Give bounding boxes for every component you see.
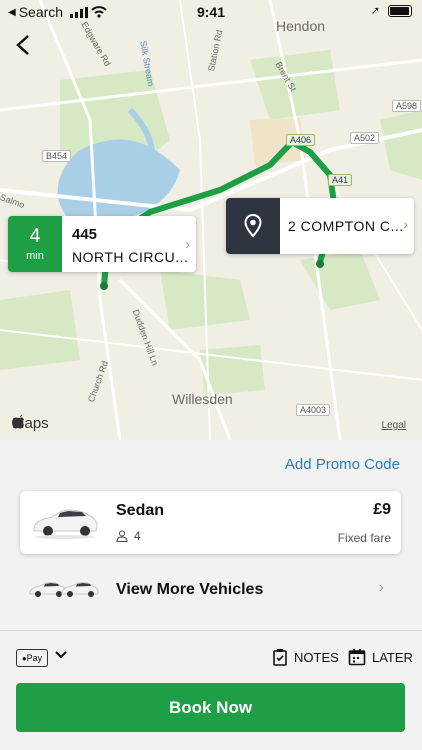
road-tag-a41: A41 [328, 174, 353, 186]
chevron-down-icon[interactable] [54, 648, 68, 662]
location-arrow-icon: ➚ [370, 5, 380, 17]
view-more-vehicles-button[interactable]: View More Vehicles › [0, 565, 422, 611]
vehicle-option-sedan[interactable]: Sedan 4 £9 Fixed fare [20, 491, 401, 554]
chevron-left-icon [16, 35, 29, 55]
eta-number: 4 [29, 225, 41, 247]
calendar-icon [348, 649, 366, 666]
map-label-willesden: Willesden [172, 391, 233, 407]
destination-label: 2 COMPTON C... [288, 218, 404, 234]
vehicle-seats: 4 [116, 529, 141, 543]
booking-panel: Add Promo Code Sedan 4 £9 Fixed fare Vie… [0, 440, 422, 750]
maps-logo: Maps [12, 415, 49, 432]
later-label: LATER [372, 649, 413, 665]
notes-label: NOTES [294, 649, 339, 665]
status-bar: ◀ Search 9:41 ➚ [0, 0, 422, 24]
notes-button[interactable]: NOTES [272, 648, 339, 666]
chevron-right-icon: › [185, 236, 190, 252]
road-tag-a502: A502 [350, 132, 380, 144]
road-tag-a406: A406 [286, 134, 316, 146]
multiple-cars-icon [29, 582, 99, 597]
sedan-car-icon [33, 509, 98, 539]
eta-badge: 4 min [8, 216, 62, 272]
destination-card[interactable]: 2 COMPTON C... › [226, 198, 414, 254]
seat-count: 4 [134, 529, 141, 543]
back-button[interactable] [10, 30, 38, 60]
book-now-button[interactable]: Book Now [16, 683, 405, 732]
payment-method-selector[interactable]: ● Pay [16, 649, 48, 667]
payment-label: Pay [26, 653, 43, 663]
chevron-right-icon: › [403, 216, 408, 232]
later-button[interactable]: LATER [348, 648, 413, 666]
pickup-line2: NORTH CIRCU... [72, 249, 189, 265]
road-tag-a4003: A4003 [296, 404, 331, 416]
legal-link[interactable]: Legal [382, 420, 406, 431]
notes-icon [273, 649, 287, 666]
road-tag-b454: B454 [42, 150, 72, 162]
add-promo-code-link[interactable]: Add Promo Code [285, 456, 400, 473]
battery-icon [388, 4, 412, 17]
chevron-right-icon: › [378, 579, 384, 596]
road-tag-a598: A598 [392, 100, 422, 112]
eta-unit: min [26, 250, 44, 262]
pickup-card[interactable]: 4 min 445 NORTH CIRCU... › [8, 216, 196, 272]
vehicle-price: £9 [373, 501, 391, 518]
options-row: ● Pay NOTES LATER [0, 640, 422, 674]
apple-logo-icon [12, 415, 24, 429]
pickup-line1: 445 [72, 226, 98, 243]
person-icon [116, 530, 128, 542]
clock: 9:41 [196, 4, 226, 20]
vehicle-name: Sedan [116, 502, 165, 519]
divider [0, 630, 422, 631]
destination-badge [226, 198, 280, 254]
fare-type: Fixed fare [337, 531, 391, 545]
view-more-vehicles-label: View More Vehicles [116, 581, 264, 598]
map-pin-icon [244, 214, 262, 238]
